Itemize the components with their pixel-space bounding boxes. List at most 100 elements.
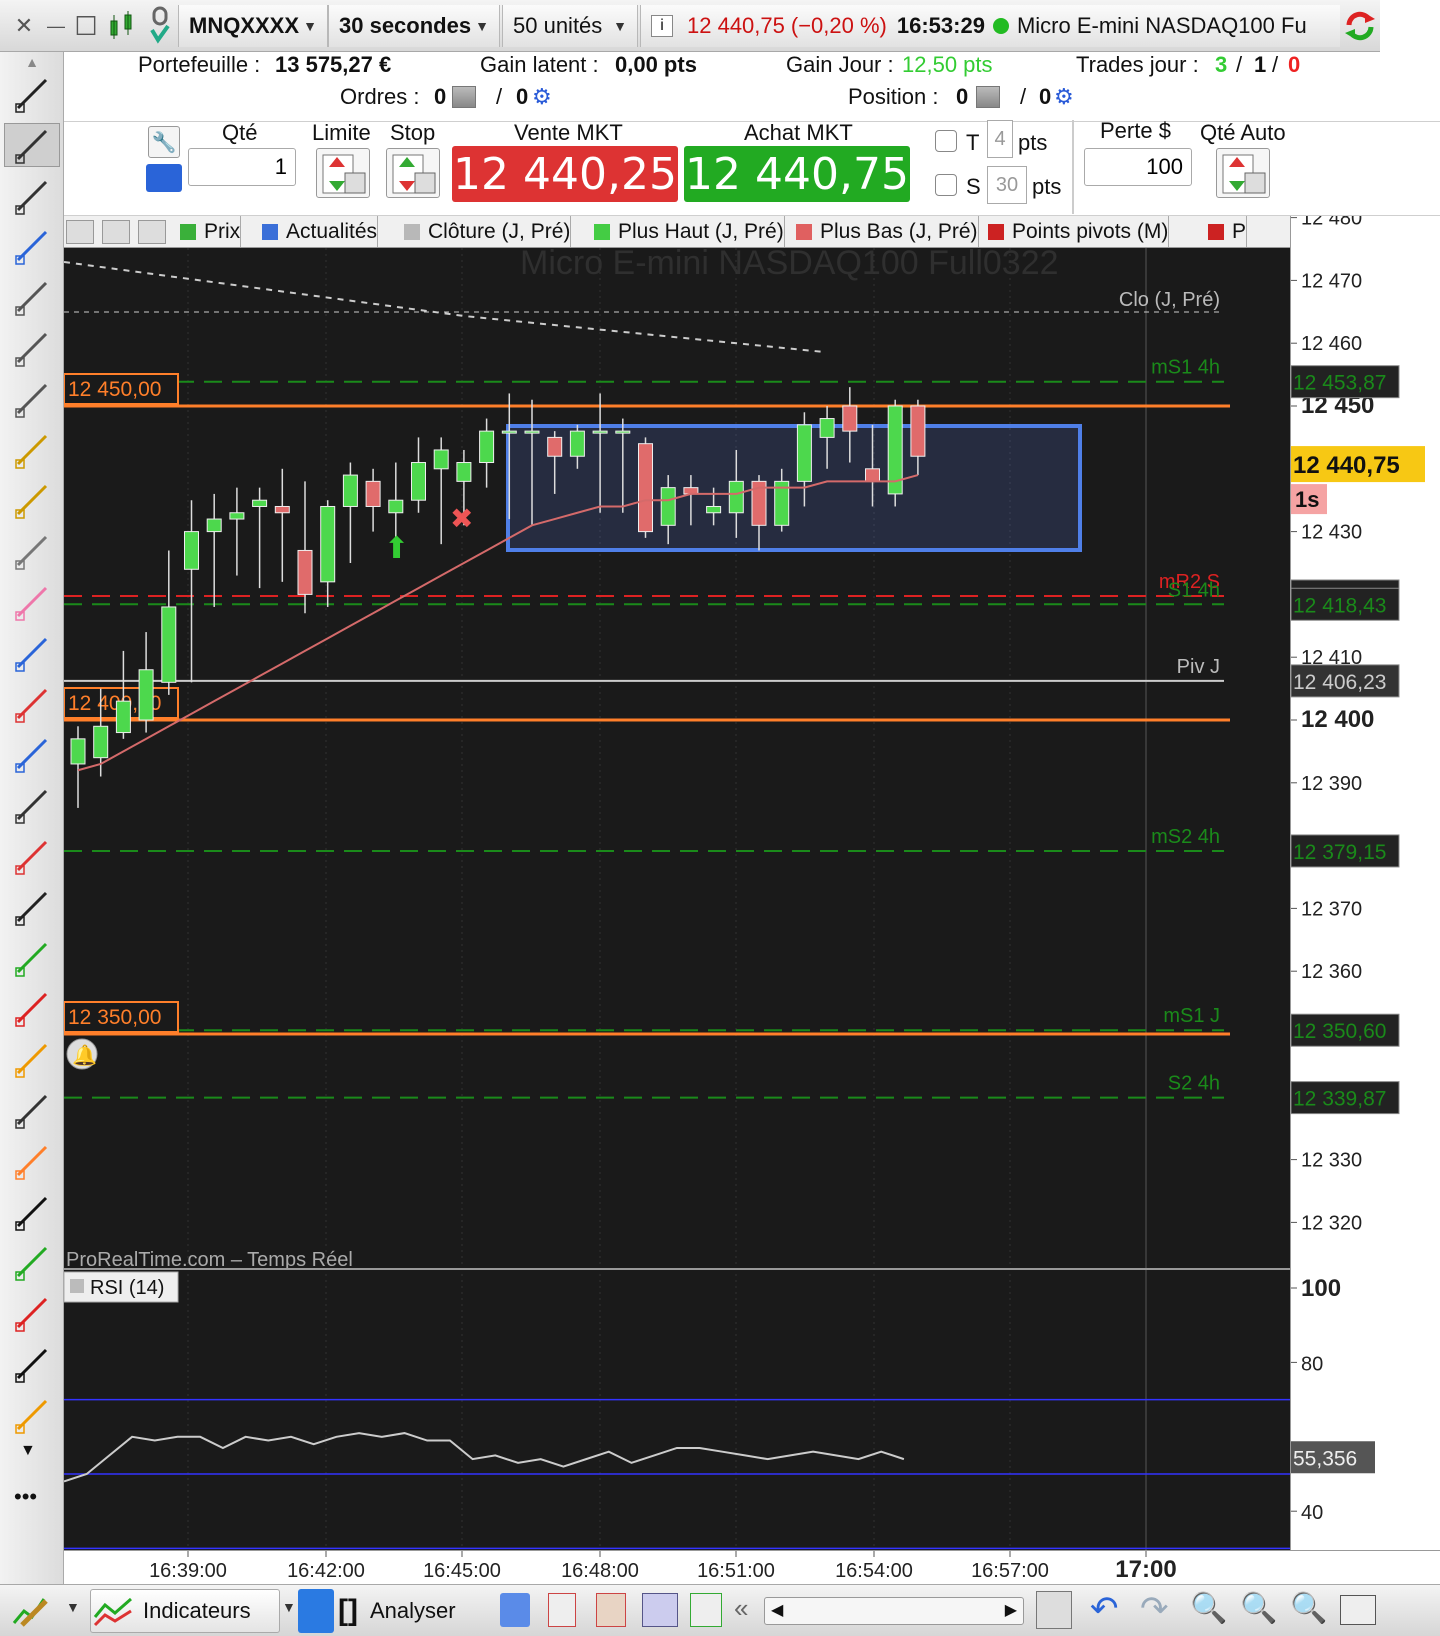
scroll-up-icon[interactable]: ▲ bbox=[22, 54, 42, 70]
zoom-fit-icon[interactable]: 🔍 bbox=[1190, 1591, 1227, 1626]
price-chart[interactable]: Micro E-mini NASDAQ100 Full0322 Clo (J, P… bbox=[63, 244, 1290, 1550]
candlestick-icon[interactable] bbox=[104, 0, 140, 52]
pivot-level-label: S1 4h bbox=[1168, 579, 1220, 601]
symbol-select[interactable]: MNQXXXX ▼ bbox=[178, 5, 328, 47]
keyboard-icon[interactable] bbox=[1340, 1595, 1376, 1625]
red-ray-icon[interactable] bbox=[4, 1291, 60, 1335]
candle-body bbox=[819, 418, 835, 438]
analyze-button[interactable]: [] Analyser bbox=[338, 1589, 488, 1633]
interval-select[interactable]: 30 secondes ▼ bbox=[328, 5, 500, 47]
limit-order-button[interactable] bbox=[316, 148, 370, 198]
time-scrollbar[interactable]: ◀ ▶ bbox=[764, 1597, 1024, 1625]
minimize-icon[interactable]: — bbox=[42, 0, 70, 52]
close-icon[interactable]: ✕ bbox=[6, 0, 42, 52]
target-input[interactable]: 4 bbox=[987, 120, 1013, 158]
dotted-line-icon[interactable] bbox=[4, 1088, 60, 1132]
gears-icon[interactable]: ⚙ bbox=[1054, 84, 1074, 110]
magnifier-icon[interactable] bbox=[4, 174, 60, 218]
info-icon[interactable]: i bbox=[651, 15, 673, 37]
more-icon[interactable]: ••• bbox=[14, 1484, 37, 1510]
chevron-down-icon[interactable]: ▼ bbox=[66, 1599, 80, 1615]
zoom-in-icon[interactable]: 🔍 bbox=[1290, 1591, 1327, 1626]
rewind-icon[interactable]: « bbox=[734, 1593, 748, 1624]
text-note-icon[interactable] bbox=[4, 783, 60, 827]
tab-color-swatch bbox=[404, 224, 420, 240]
stop-order-button[interactable] bbox=[386, 148, 440, 198]
tab-3[interactable]: Plus Haut (J, Pré) bbox=[588, 216, 785, 247]
green-line-icon[interactable] bbox=[4, 936, 60, 980]
ruler-icon[interactable] bbox=[4, 529, 60, 573]
loss-input[interactable] bbox=[1084, 148, 1192, 186]
alert-edit-icon[interactable] bbox=[4, 428, 60, 472]
move-icon[interactable] bbox=[4, 224, 60, 268]
redo-icon[interactable]: ↷ bbox=[1140, 1589, 1169, 1629]
tab-4[interactable]: Plus Bas (J, Pré) bbox=[790, 216, 979, 247]
red-line-icon[interactable] bbox=[4, 986, 60, 1030]
orders-list-icon[interactable] bbox=[452, 86, 476, 108]
stop-checkbox[interactable] bbox=[935, 174, 957, 196]
trade-icon[interactable] bbox=[690, 1593, 722, 1627]
alert-bell-icon[interactable] bbox=[66, 220, 94, 244]
calendar-icon[interactable] bbox=[1036, 1591, 1072, 1629]
quote-display: i 12 440,75 (−0,20 %) 16:53:29 Micro E-m… bbox=[640, 5, 1340, 47]
draw-mode-icon[interactable] bbox=[12, 1593, 52, 1629]
zoom-out-icon[interactable]: 🔍 bbox=[1240, 1591, 1277, 1626]
buy-market-button[interactable]: 12 440,75 bbox=[684, 146, 910, 202]
vline-icon[interactable] bbox=[4, 1342, 60, 1386]
fib-channel-icon[interactable] bbox=[4, 1393, 60, 1437]
share-icon[interactable] bbox=[298, 1589, 334, 1633]
link-icon[interactable] bbox=[144, 0, 176, 52]
buy-arrow-icon[interactable] bbox=[138, 220, 166, 244]
add-box-icon[interactable] bbox=[4, 631, 60, 675]
price-axis[interactable]: 12 480 12 470 12 460 12 450 12 430 12 410 12 4… bbox=[1290, 208, 1440, 1599]
scroll-right-icon[interactable]: ▶ bbox=[1005, 1600, 1017, 1620]
scroll-down-icon[interactable]: ▼ bbox=[20, 1442, 36, 1460]
green-ray-icon[interactable] bbox=[4, 1240, 60, 1284]
tools-icon[interactable] bbox=[4, 326, 60, 370]
chevron-down-icon[interactable]: ▼ bbox=[282, 1599, 296, 1615]
add-red-box-icon[interactable] bbox=[4, 682, 60, 726]
fib-icon[interactable] bbox=[4, 834, 60, 878]
tab-2[interactable]: Clôture (J, Pré) bbox=[398, 216, 572, 247]
target-checkbox[interactable] bbox=[935, 130, 957, 152]
position-list-icon[interactable] bbox=[976, 86, 1000, 108]
trash-icon[interactable] bbox=[4, 377, 60, 421]
tab-0[interactable]: Prix bbox=[174, 216, 242, 247]
chart-canvas[interactable]: Micro E-mini NASDAQ100 Full0322 Clo (J, P… bbox=[63, 244, 1290, 1550]
keyboard-icon[interactable] bbox=[146, 164, 182, 192]
price-tick-label: 12 360 bbox=[1301, 961, 1362, 983]
refresh-icon[interactable] bbox=[1340, 0, 1380, 52]
sell-arrow-icon[interactable] bbox=[102, 220, 130, 244]
table-icon[interactable] bbox=[596, 1593, 626, 1627]
black-hline-icon[interactable] bbox=[4, 1190, 60, 1234]
gears-icon[interactable]: ⚙ bbox=[532, 84, 552, 110]
add-blue-box-icon[interactable] bbox=[4, 732, 60, 776]
units-select[interactable]: 50 unités ▼ bbox=[502, 5, 638, 47]
pencil-icon[interactable] bbox=[4, 72, 60, 116]
indicators-button[interactable]: Indicateurs bbox=[90, 1589, 280, 1633]
sell-market-button[interactable]: 12 440,25 bbox=[452, 146, 678, 202]
wrench-icon[interactable]: 🔧 bbox=[148, 126, 180, 158]
tab-5[interactable]: Points pivots (M) bbox=[982, 216, 1170, 247]
list-icon[interactable] bbox=[548, 1593, 576, 1627]
window-icon[interactable] bbox=[642, 1593, 678, 1627]
tab-6[interactable]: P bbox=[1202, 216, 1248, 247]
alert-bell-icon[interactable] bbox=[4, 478, 60, 522]
portfolio-value: 13 575,27 € bbox=[275, 52, 392, 77]
chat-icon[interactable] bbox=[500, 1593, 530, 1627]
stop-loss-input[interactable]: 30 bbox=[987, 166, 1027, 204]
auto-qty-button[interactable] bbox=[1216, 148, 1270, 198]
black-line-icon[interactable] bbox=[4, 885, 60, 929]
copy-icon[interactable] bbox=[4, 275, 60, 319]
arrow-icon[interactable] bbox=[4, 1037, 60, 1081]
cursor-icon[interactable] bbox=[4, 122, 60, 167]
undo-icon[interactable]: ↶ bbox=[1090, 1589, 1119, 1629]
time-axis[interactable]: 16:39:00 16:42:00 16:45:00 16:48:00 16:51:00… bbox=[64, 1550, 1440, 1584]
qty-input[interactable] bbox=[188, 148, 296, 186]
segment-icon[interactable] bbox=[4, 580, 60, 624]
scroll-left-icon[interactable]: ◀ bbox=[771, 1600, 783, 1620]
maximize-icon[interactable]: ☐ bbox=[70, 0, 102, 52]
orange-hline-icon[interactable] bbox=[4, 1139, 60, 1183]
tab-1[interactable]: Actualités bbox=[256, 216, 379, 247]
level-price-tag: 12 379,15 bbox=[1293, 841, 1386, 864]
